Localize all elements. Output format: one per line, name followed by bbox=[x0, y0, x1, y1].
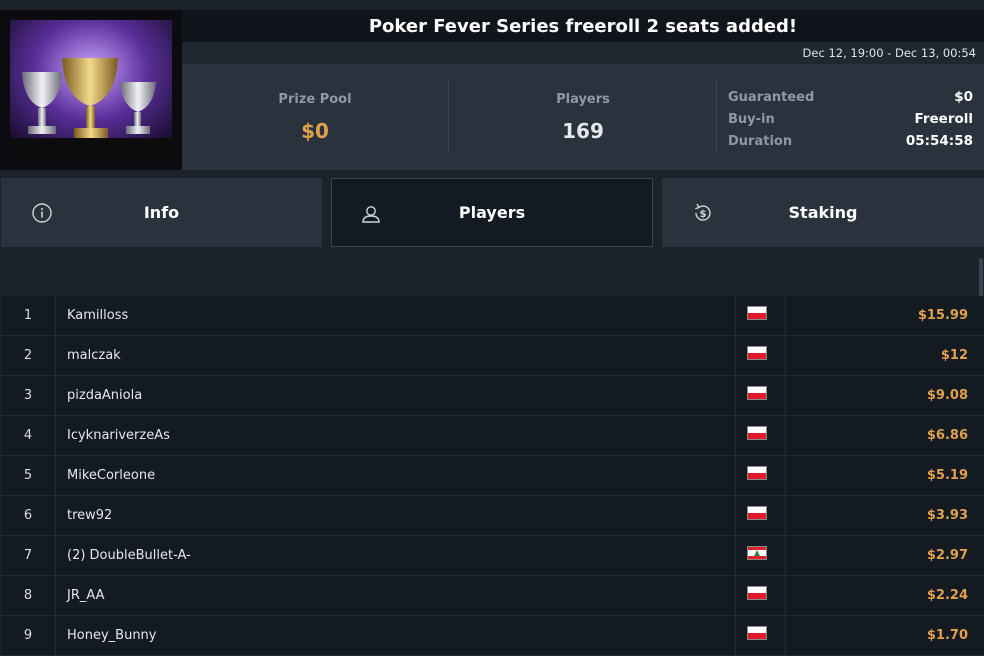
flag-cell bbox=[735, 296, 786, 335]
player-name: Honey_Bunny bbox=[67, 628, 157, 643]
poland-flag-icon bbox=[747, 346, 767, 360]
player-rank: 5 bbox=[1, 456, 56, 495]
player-rank: 6 bbox=[1, 496, 56, 535]
lebanon-flag-icon bbox=[747, 546, 767, 560]
flag-cell bbox=[735, 456, 786, 495]
detail-value: Freeroll bbox=[914, 111, 973, 127]
player-row[interactable]: 8 JR_AA $2.24 bbox=[1, 576, 984, 616]
flag-cell bbox=[735, 536, 786, 575]
tab-label: Staking bbox=[788, 203, 858, 222]
flag-cell bbox=[735, 616, 786, 655]
poland-flag-icon bbox=[747, 386, 767, 400]
player-row[interactable]: 2 malczak $12 bbox=[1, 336, 984, 376]
trophies-image bbox=[10, 20, 172, 162]
detail-value: 05:54:58 bbox=[905, 133, 973, 149]
player-rank: 7 bbox=[1, 536, 56, 575]
user-icon bbox=[362, 206, 380, 223]
prize-pool-value: $0 bbox=[301, 119, 329, 143]
player-name: pizdaAniola bbox=[67, 388, 143, 403]
player-row[interactable]: 1 Kamilloss $15.99 bbox=[1, 296, 984, 336]
detail-key: Buy-in bbox=[728, 111, 775, 127]
player-rank: 1 bbox=[1, 296, 56, 335]
poland-flag-icon bbox=[747, 506, 767, 520]
player-amount: $15.99 bbox=[917, 308, 968, 323]
tab-label: Players bbox=[458, 203, 526, 222]
flag-cell bbox=[735, 376, 786, 415]
player-amount: $2.24 bbox=[926, 588, 968, 603]
tab-players[interactable]: Players bbox=[331, 178, 653, 247]
tournament-title: Poker Fever Series freeroll 2 seats adde… bbox=[182, 10, 984, 42]
tab-info[interactable]: Info bbox=[1, 178, 322, 247]
info-icon bbox=[32, 203, 52, 223]
detail-duration: Duration 05:54:58 bbox=[728, 130, 973, 152]
poland-flag-icon bbox=[747, 426, 767, 440]
prize-pool-label: Prize Pool bbox=[278, 92, 352, 107]
detail-guaranteed: Guaranteed $0 bbox=[728, 86, 973, 108]
detail-key: Guaranteed bbox=[728, 89, 815, 105]
player-amount: $12 bbox=[940, 348, 968, 363]
flag-cell bbox=[735, 336, 786, 375]
poland-flag-icon bbox=[747, 586, 767, 600]
tab-staking[interactable]: $ Staking bbox=[662, 178, 984, 247]
player-row[interactable]: 3 pizdaAniola $9.08 bbox=[1, 376, 984, 416]
detail-key: Duration bbox=[728, 133, 793, 149]
divider bbox=[716, 80, 717, 154]
player-row[interactable]: 6 trew92 $3.93 bbox=[1, 496, 984, 536]
player-amount: $9.08 bbox=[926, 388, 968, 403]
poland-flag-icon bbox=[747, 626, 767, 640]
dollar-coin-icon: $ bbox=[695, 203, 711, 221]
players-stat: Players 169 bbox=[450, 64, 716, 170]
divider bbox=[448, 80, 449, 154]
player-amount: $5.19 bbox=[926, 468, 968, 483]
player-name: Kamilloss bbox=[67, 308, 129, 323]
player-name: MikeCorleone bbox=[67, 468, 156, 483]
player-row[interactable]: 4 IcyknariverzeAs $6.86 bbox=[1, 416, 984, 456]
player-name: (2) DoubleBullet-A- bbox=[67, 548, 191, 563]
player-row[interactable]: 9 Honey_Bunny $1.70 bbox=[1, 616, 984, 656]
player-rank: 2 bbox=[1, 336, 56, 375]
detail-buy-in: Buy-in Freeroll bbox=[728, 108, 973, 130]
svg-text:$: $ bbox=[700, 209, 707, 220]
players-count: 169 bbox=[562, 119, 604, 143]
players-list: 1 Kamilloss $15.99 2 malczak $12 3 pizda… bbox=[1, 296, 984, 656]
prize-pool-stat: Prize Pool $0 bbox=[182, 64, 448, 170]
tournament-dates: Dec 12, 19:00 - Dec 13, 00:54 bbox=[182, 42, 984, 64]
player-rank: 3 bbox=[1, 376, 56, 415]
tournament-summary: Prize Pool $0 Players 169 Guaranteed $0 … bbox=[182, 64, 984, 170]
flag-cell bbox=[735, 416, 786, 455]
flag-cell bbox=[735, 496, 786, 535]
tab-label: Info bbox=[143, 203, 180, 222]
player-rank: 4 bbox=[1, 416, 56, 455]
player-row[interactable]: 7 (2) DoubleBullet-A- $2.97 bbox=[1, 536, 984, 576]
player-amount: $1.70 bbox=[926, 628, 968, 643]
tournament-details: Guaranteed $0 Buy-in Freeroll Duration 0… bbox=[728, 86, 973, 152]
player-name: trew92 bbox=[67, 508, 113, 523]
player-amount: $3.93 bbox=[926, 508, 968, 523]
player-amount: $6.86 bbox=[926, 428, 968, 443]
player-rank: 8 bbox=[1, 576, 56, 615]
player-name: JR_AA bbox=[67, 588, 105, 603]
tournament-thumbnail bbox=[0, 10, 182, 170]
flag-cell bbox=[735, 576, 786, 615]
list-header bbox=[0, 256, 984, 296]
scrollbar[interactable] bbox=[979, 258, 983, 296]
player-name: IcyknariverzeAs bbox=[67, 428, 170, 443]
detail-value: $0 bbox=[954, 89, 973, 105]
player-rank: 9 bbox=[1, 616, 56, 655]
player-amount: $2.97 bbox=[926, 548, 968, 563]
player-row[interactable]: 5 MikeCorleone $5.19 bbox=[1, 456, 984, 496]
players-label: Players bbox=[556, 92, 610, 107]
player-name: malczak bbox=[67, 348, 121, 363]
poland-flag-icon bbox=[747, 306, 767, 320]
poland-flag-icon bbox=[747, 466, 767, 480]
